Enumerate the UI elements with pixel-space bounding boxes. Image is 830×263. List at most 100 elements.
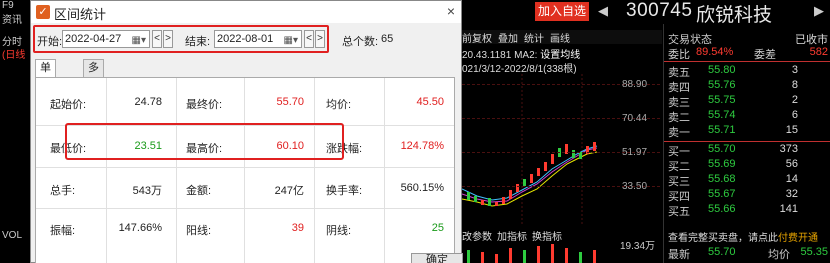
bid-row[interactable]: 买四 55.67 32	[668, 188, 828, 203]
tab-single-stock[interactable]: 单股统计	[35, 59, 56, 125]
ask-label: 卖二	[668, 112, 690, 124]
bid-price: 55.67	[708, 188, 736, 200]
change-value: 124.78%	[400, 140, 444, 152]
avg-label: 均价	[768, 249, 790, 261]
toolbar-item-overlay[interactable]: 叠加	[498, 30, 518, 45]
row-divider	[36, 208, 454, 209]
calendar-icon[interactable]: ▦▾	[132, 33, 146, 49]
full-orderbook-banner[interactable]: 查看完整买卖盘，请点此付费开通	[668, 229, 818, 244]
trade-status-row: 交易状态 已收市	[668, 31, 828, 46]
add-indicator-tab[interactable]: 加指标	[497, 232, 527, 243]
tab-multi-compare[interactable]: 多股比较	[83, 59, 104, 125]
indicator-row: 20.43.1181 MA2: 设置均线	[462, 46, 580, 61]
amount-label: 金额:	[186, 185, 212, 197]
avg-price-label: 均价:	[326, 99, 352, 111]
bid-row[interactable]: 买一 55.70 373	[668, 143, 828, 158]
checkbox-icon: ✓	[36, 5, 50, 19]
left-strip: F9 资讯 分时 (日线 VOL	[0, 0, 30, 263]
end-next-button[interactable]: >	[315, 30, 325, 48]
bid-row[interactable]: 买三 55.68 14	[668, 173, 828, 188]
row-divider	[36, 167, 454, 168]
ask-row[interactable]: 卖一 55.71 15	[668, 124, 828, 139]
ask-price: 55.74	[708, 109, 736, 121]
end-prev-button[interactable]: <	[304, 30, 314, 48]
bid-volume: 373	[779, 143, 798, 155]
bid-price: 55.66	[708, 203, 736, 215]
stats-panel: 起始价: 24.78 最终价: 55.70 均价: 45.50 最低价: 23.…	[35, 77, 455, 263]
down-days-label: 阴线:	[326, 225, 352, 237]
date-range-label: 021/3/12-2022/8/1(338根)	[462, 64, 577, 75]
stats-row-volume: 总手: 543万 金额: 247亿 换手率: 560.15%	[36, 174, 454, 202]
toolbar-item-stats[interactable]: 统计	[524, 30, 544, 45]
daily-label: (日线	[2, 50, 26, 61]
bid-volume: 14	[785, 173, 798, 185]
turnover-value: 560.15%	[400, 182, 444, 194]
banner-text: 查看完整买卖盘，请点此	[668, 233, 778, 244]
ask-price: 55.80	[708, 64, 736, 76]
ask-volume: 3	[791, 64, 798, 76]
volume-value: 543万	[132, 185, 162, 197]
chart-toolbar: 前复权 叠加 统计 画线	[462, 30, 662, 45]
ask-label: 卖四	[668, 82, 690, 94]
low-high-highlight	[65, 123, 344, 160]
start-date-input[interactable]: 2022-04-27 ▦▾	[62, 30, 150, 48]
ok-button[interactable]: 确定	[411, 253, 463, 263]
bid-row[interactable]: 买二 55.69 56	[668, 158, 828, 173]
toolbar-item-draw[interactable]: 画线	[550, 30, 570, 45]
ask-row[interactable]: 卖五 55.80 3	[668, 64, 828, 79]
bid-label: 买二	[668, 161, 690, 173]
total-count-value: 65	[381, 33, 394, 45]
toolbar-item-adjust[interactable]: 前复权	[462, 30, 492, 45]
f9-label[interactable]: F9	[2, 0, 14, 11]
avg-price-value: 45.50	[416, 96, 444, 108]
end-price-value: 55.70	[276, 96, 304, 108]
start-price-label: 起始价:	[50, 99, 87, 111]
avg-value: 55.35	[800, 246, 828, 258]
dialog-title-bar[interactable]: ✓ 区间统计 ×	[31, 1, 461, 23]
range-stats-dialog: ✓ 区间统计 × 开始: 2022-04-27 ▦▾ < > 结束: 2022-…	[30, 0, 463, 263]
bid-label: 买一	[668, 146, 690, 158]
latest-label: 最新	[668, 249, 690, 261]
calendar-icon[interactable]: ▦▾	[284, 33, 298, 49]
orderbook-separator	[664, 61, 830, 62]
ask-row[interactable]: 卖四 55.76 8	[668, 79, 828, 94]
price-tick: 88.90	[622, 79, 648, 90]
ask-volume: 2	[791, 94, 798, 106]
ask-label: 卖三	[668, 97, 690, 109]
end-date-input[interactable]: 2022-08-01 ▦▾	[214, 30, 302, 48]
up-days-label: 阳线:	[186, 225, 212, 237]
bid-volume: 141	[779, 203, 798, 215]
add-favorite-button[interactable]: 加入自选	[535, 2, 589, 21]
start-next-button[interactable]: >	[163, 30, 173, 48]
trade-status-label: 交易状态	[668, 34, 712, 46]
news-label[interactable]: 资讯	[2, 11, 22, 26]
start-date-value: 2022-04-27	[65, 33, 122, 45]
prev-stock-icon[interactable]: ◀	[598, 3, 608, 19]
amount-value: 247亿	[274, 185, 304, 197]
ask-label: 卖五	[668, 67, 690, 79]
bid-row[interactable]: 买五 55.66 141	[668, 203, 828, 218]
volume-bars	[467, 244, 596, 263]
bid-label: 买四	[668, 191, 690, 203]
bid-price: 55.70	[708, 143, 736, 155]
orderbook-separator	[664, 141, 830, 142]
ask-price: 55.76	[708, 79, 736, 91]
weicha-value: 582	[809, 46, 828, 58]
start-prev-button[interactable]: <	[152, 30, 162, 48]
trade-status-value: 已收市	[795, 34, 828, 46]
price-tick: 70.44	[622, 113, 648, 124]
ask-row[interactable]: 卖二 55.74 6	[668, 109, 828, 124]
ask-row[interactable]: 卖三 55.75 2	[668, 94, 828, 109]
switch-indicator-tab[interactable]: 换指标	[532, 232, 562, 243]
down-days-value: 25	[431, 222, 444, 234]
next-stock-icon[interactable]: ▶	[814, 3, 824, 19]
modify-params-tab[interactable]: 改参数	[462, 232, 492, 243]
ask-label: 卖一	[668, 127, 690, 139]
end-date-label: 结束:	[185, 36, 211, 48]
vol-label-left: VOL	[2, 230, 23, 241]
bid-volume: 56	[785, 158, 798, 170]
close-icon[interactable]: ×	[447, 3, 455, 19]
bid-price: 55.68	[708, 173, 736, 185]
ask-volume: 6	[791, 109, 798, 121]
paid-upgrade-link[interactable]: 付费开通	[778, 233, 818, 244]
